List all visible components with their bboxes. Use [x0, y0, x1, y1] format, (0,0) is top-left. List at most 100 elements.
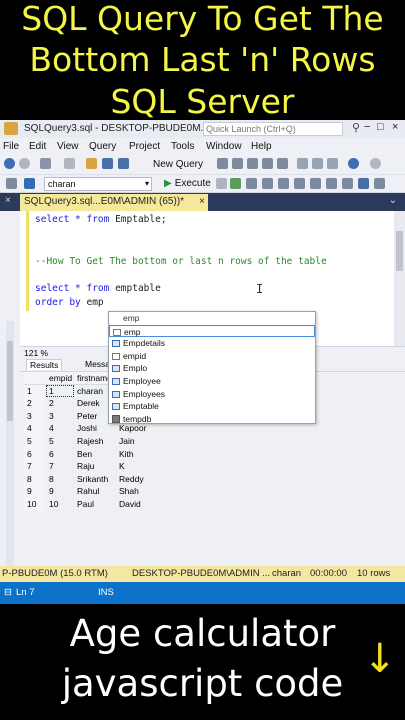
- new-project-icon[interactable]: [40, 158, 51, 169]
- table-cell[interactable]: Rajesh: [74, 435, 116, 448]
- row-number[interactable]: 7: [24, 460, 46, 473]
- parse-icon[interactable]: [230, 178, 241, 189]
- table-cell[interactable]: Ben: [74, 447, 116, 461]
- table-cell[interactable]: Raju: [74, 460, 116, 473]
- quick-launch-input[interactable]: Quick Launch (Ctrl+Q): [203, 122, 343, 136]
- table-cell[interactable]: Paul: [74, 498, 116, 511]
- table-cell[interactable]: Kith: [116, 447, 171, 461]
- database-dropdown[interactable]: charan ▾: [44, 177, 152, 191]
- query-designer-icon[interactable]: [262, 178, 273, 189]
- dmx-query-icon[interactable]: [247, 158, 258, 169]
- row-number[interactable]: 9: [24, 485, 46, 498]
- autocomplete-item[interactable]: Emptable: [109, 400, 315, 413]
- editor-scrollbar[interactable]: [394, 211, 405, 346]
- table-cell[interactable]: 4: [46, 422, 74, 435]
- connect-icon[interactable]: [6, 178, 17, 189]
- copy-icon[interactable]: [312, 158, 323, 169]
- table-cell[interactable]: Jain: [116, 435, 171, 448]
- results-text-icon[interactable]: [342, 178, 353, 189]
- table-cell[interactable]: 6: [46, 447, 74, 461]
- forward-icon[interactable]: [19, 158, 30, 169]
- menu-project[interactable]: Project: [129, 141, 160, 152]
- paste-icon[interactable]: [327, 158, 338, 169]
- autocomplete-item[interactable]: Empdetails: [109, 337, 315, 350]
- menu-view[interactable]: View: [57, 141, 79, 152]
- table-cell[interactable]: Srikanth: [74, 472, 116, 486]
- undo-icon[interactable]: [348, 158, 359, 169]
- zoom-level[interactable]: 121 %: [24, 348, 48, 358]
- tab-close-icon[interactable]: ×: [199, 194, 205, 209]
- search-icon[interactable]: ⚲: [352, 121, 360, 134]
- redo-icon[interactable]: [370, 158, 381, 169]
- autocomplete-item[interactable]: emp: [109, 324, 315, 338]
- table-cell[interactable]: Reddy: [116, 472, 171, 486]
- table-cell[interactable]: 7: [46, 460, 74, 473]
- table-cell[interactable]: 3: [46, 409, 74, 423]
- autocomplete-item[interactable]: empid: [109, 350, 315, 363]
- table-cell[interactable]: 9: [46, 485, 74, 498]
- include-plan-icon[interactable]: [294, 178, 305, 189]
- tab-sqlquery3[interactable]: SQLQuery3.sql...E0M\ADMIN (65))* ×: [20, 194, 208, 211]
- autocomplete-item[interactable]: Employee: [109, 375, 315, 388]
- scroll-thumb[interactable]: [7, 341, 13, 421]
- table-row[interactable]: 9 9 Rahul Shah: [24, 485, 254, 498]
- close-button[interactable]: ×: [392, 121, 398, 133]
- row-number[interactable]: 8: [24, 472, 46, 486]
- table-row[interactable]: 7 7 Raju K: [24, 460, 254, 473]
- dax-query-icon[interactable]: [277, 158, 288, 169]
- menu-tools[interactable]: Tools: [171, 141, 194, 152]
- results-file-icon[interactable]: [374, 178, 385, 189]
- client-stats-icon[interactable]: [326, 178, 337, 189]
- maximize-button[interactable]: □: [377, 121, 384, 133]
- row-number[interactable]: 2: [24, 397, 46, 410]
- save-all-icon[interactable]: [118, 158, 129, 169]
- autocomplete-item[interactable]: Emplo: [109, 362, 315, 375]
- results-grid-icon[interactable]: [358, 178, 369, 189]
- open-file-icon[interactable]: [86, 158, 97, 169]
- table-cell[interactable]: Shah: [116, 485, 171, 498]
- column-header[interactable]: empid: [46, 372, 74, 385]
- new-query-button[interactable]: New Query: [153, 159, 203, 170]
- menu-file[interactable]: File: [3, 141, 19, 152]
- back-icon[interactable]: [4, 158, 15, 169]
- menu-edit[interactable]: Edit: [29, 141, 46, 152]
- table-row[interactable]: 10 10 Paul David: [24, 498, 254, 511]
- scroll-thumb[interactable]: [396, 231, 403, 271]
- row-number[interactable]: 1: [24, 384, 46, 398]
- table-row[interactable]: 6 6 Ben Kith: [24, 447, 254, 461]
- table-row[interactable]: 5 5 Rajesh Jain: [24, 435, 254, 448]
- stop-icon[interactable]: [216, 178, 227, 189]
- row-number[interactable]: 4: [24, 422, 46, 435]
- intellisense-icon[interactable]: [278, 178, 289, 189]
- save-icon[interactable]: [102, 158, 113, 169]
- display-plan-icon[interactable]: [246, 178, 257, 189]
- row-number[interactable]: 5: [24, 435, 46, 448]
- xmla-query-icon[interactable]: [262, 158, 273, 169]
- table-cell[interactable]: 5: [46, 435, 74, 448]
- menu-query[interactable]: Query: [89, 141, 116, 152]
- execute-button[interactable]: ▶ Execute: [164, 178, 211, 189]
- row-number[interactable]: 6: [24, 447, 46, 461]
- row-number[interactable]: 3: [24, 409, 46, 423]
- table-cell[interactable]: David: [116, 498, 171, 511]
- autocomplete-item[interactable]: tempdb: [109, 413, 315, 426]
- menu-help[interactable]: Help: [251, 141, 272, 152]
- dock-scrollbar[interactable]: [6, 321, 14, 571]
- cut-icon[interactable]: [297, 158, 308, 169]
- autocomplete-item[interactable]: Employees: [109, 388, 315, 401]
- tab-list-icon[interactable]: ⌄: [389, 195, 397, 206]
- table-cell[interactable]: 2: [46, 397, 74, 410]
- table-cell[interactable]: Rahul: [74, 485, 116, 498]
- table-cell[interactable]: 8: [46, 472, 74, 486]
- menu-window[interactable]: Window: [206, 141, 242, 152]
- change-connection-icon[interactable]: [24, 178, 35, 189]
- table-cell[interactable]: 1: [46, 384, 74, 398]
- db-query-icon[interactable]: [217, 158, 228, 169]
- row-number[interactable]: 10: [24, 498, 46, 511]
- live-stats-icon[interactable]: [310, 178, 321, 189]
- grid-corner[interactable]: [24, 372, 46, 385]
- tab-results[interactable]: Results: [26, 359, 63, 370]
- table-cell[interactable]: K: [116, 460, 171, 473]
- mdx-query-icon[interactable]: [232, 158, 243, 169]
- table-row[interactable]: 8 8 Srikanth Reddy: [24, 472, 254, 486]
